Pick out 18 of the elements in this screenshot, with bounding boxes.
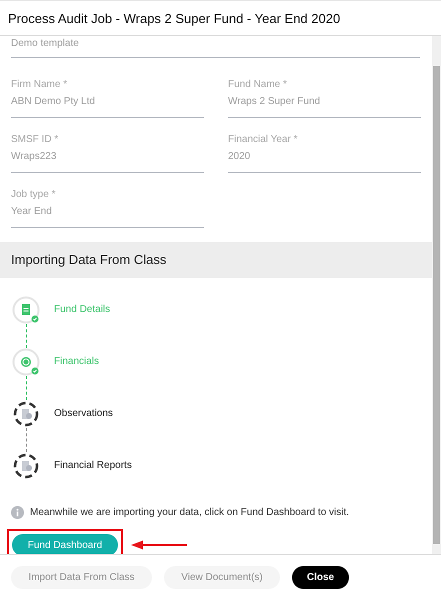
dialog-title: Process Audit Job - Wraps 2 Super Fund - Year End 2020 xyxy=(0,0,441,36)
step-label: Observations xyxy=(54,407,113,421)
template-field[interactable]: Demo template xyxy=(11,36,420,58)
step-label: Financials xyxy=(54,355,100,369)
step-label: Financial Reports xyxy=(54,459,132,473)
input-field[interactable]: Firm Name * ABN Demo Pty Ltd xyxy=(11,79,204,118)
info-icon xyxy=(11,506,24,519)
footer-button[interactable]: Close xyxy=(292,566,349,589)
info-text: Meanwhile we are importing your data, click on Fund Dashboard to visit. xyxy=(30,507,350,518)
step-label: Fund Details xyxy=(54,303,110,317)
input-field[interactable]: SMSF ID * Wraps223 xyxy=(11,134,204,173)
section-header: Importing Data From Class xyxy=(0,242,432,278)
scrollbar[interactable] xyxy=(432,36,441,554)
input-field[interactable]: Financial Year * 2020 xyxy=(228,134,421,173)
input-field[interactable]: Fund Name * Wraps 2 Super Fund xyxy=(228,79,421,118)
fund-dashboard-button[interactable]: Fund Dashboard xyxy=(12,534,118,554)
arrow-annotation xyxy=(131,540,187,550)
input-field[interactable]: Job type * Year End xyxy=(11,189,204,228)
